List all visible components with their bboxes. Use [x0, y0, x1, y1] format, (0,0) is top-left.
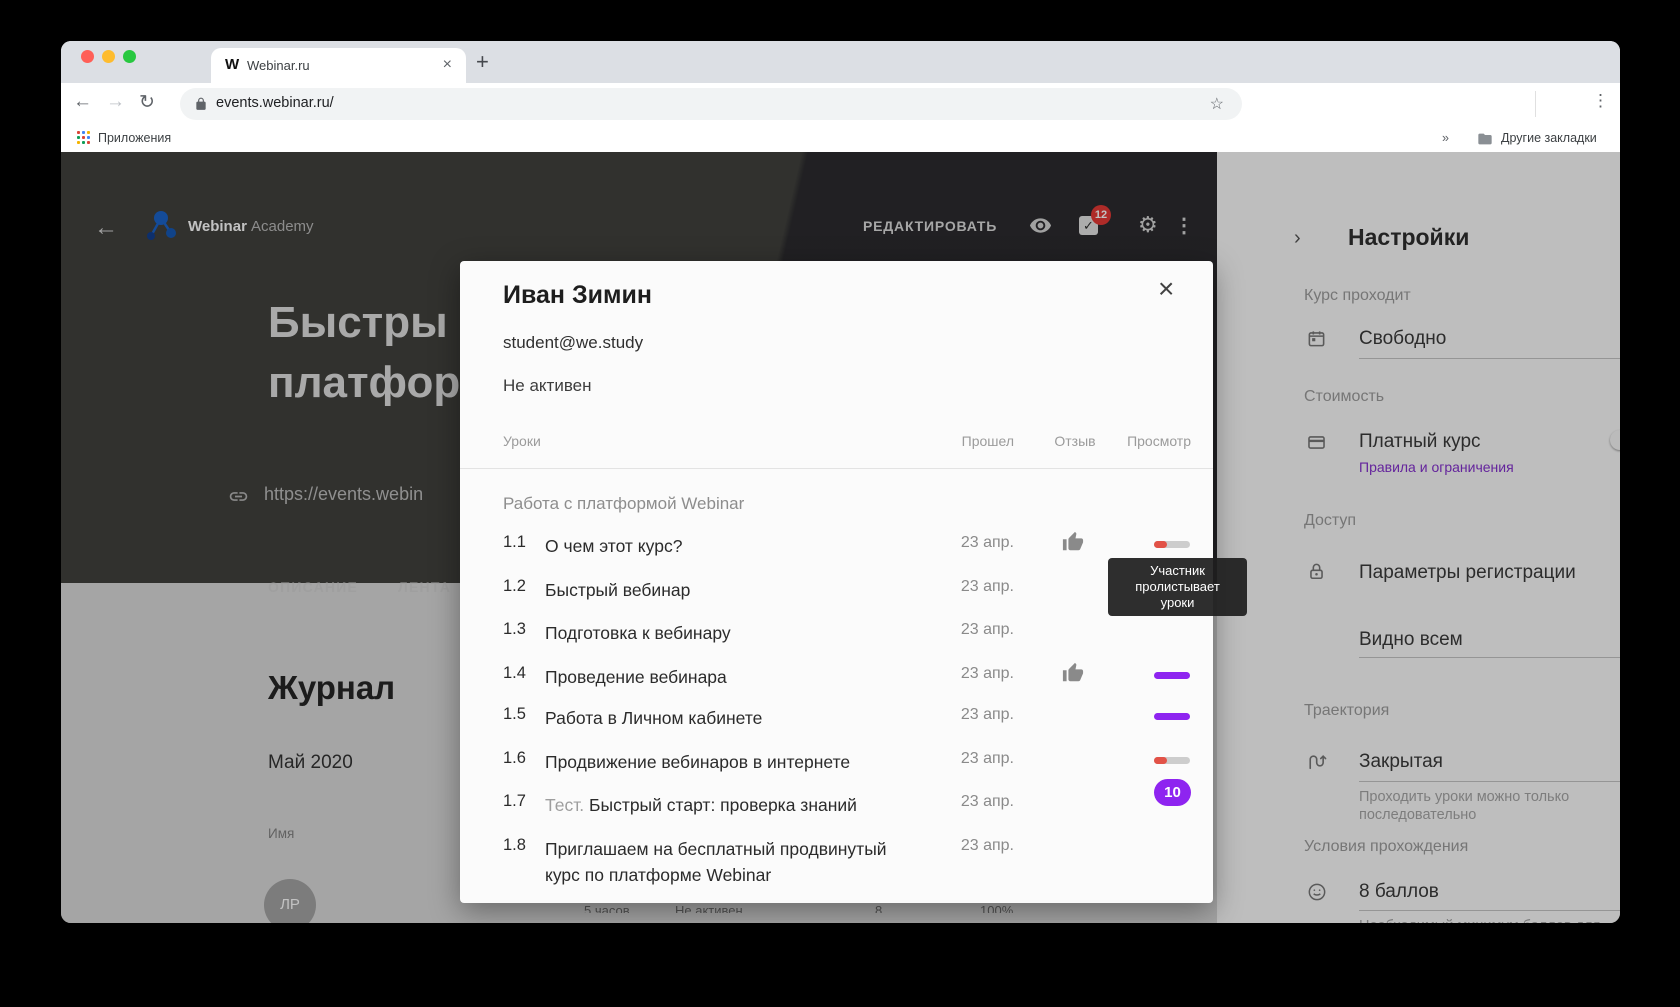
folder-icon	[1478, 133, 1492, 145]
column-lessons: Уроки	[503, 433, 541, 449]
tab-strip: W Webinar.ru × +	[61, 41, 1620, 83]
forward-icon[interactable]: →	[106, 91, 125, 113]
macos-close-button[interactable]	[81, 50, 94, 63]
tooltip-line: пролистывает	[1135, 579, 1220, 594]
divider	[460, 468, 1213, 469]
lesson-number: 1.1	[503, 533, 526, 551]
address-bar[interactable]: events.webinar.ru/ ☆	[180, 88, 1242, 120]
tooltip-line: уроки	[1160, 595, 1195, 610]
lesson-title: О чем этот курс?	[545, 536, 683, 556]
reload-icon[interactable]: ↻	[139, 91, 155, 114]
back-icon[interactable]: ←	[73, 91, 92, 113]
tab-close-icon[interactable]: ×	[443, 56, 452, 74]
lesson-date: 23 апр.	[960, 750, 1014, 767]
thumb-up-icon[interactable]	[1062, 531, 1084, 553]
lesson-title: Проведение вебинара	[545, 667, 727, 687]
lesson-number: 1.3	[503, 620, 526, 638]
tooltip: Участник пролистывает уроки	[1108, 558, 1247, 616]
apps-grid-icon[interactable]	[77, 131, 90, 144]
score-badge[interactable]: 10	[1154, 779, 1191, 806]
progress-bar-partial[interactable]	[1154, 541, 1190, 548]
lesson-title: Подготовка к вебинару	[545, 623, 731, 643]
lesson-title: Тест. Быстрый старт: проверка знаний	[545, 792, 890, 818]
lesson-number: 1.6	[503, 749, 526, 767]
screenshot-root: W Webinar.ru × + ← → ↻ events.webinar.ru…	[0, 0, 1680, 1007]
bookmarks-bar: Приложения » Другие закладки	[61, 125, 1620, 153]
progress-bar-full[interactable]	[1154, 672, 1190, 679]
lesson-title: Быстрый вебинар	[545, 580, 691, 600]
lesson-title: Продвижение вебинаров в интернете	[545, 752, 851, 772]
lesson-date: 23 апр.	[960, 621, 1014, 638]
progress-bar-full[interactable]	[1154, 713, 1190, 720]
bookmark-star-icon[interactable]: ☆	[1210, 94, 1224, 114]
browser-tab[interactable]: W Webinar.ru ×	[211, 48, 466, 83]
new-tab-button[interactable]: +	[476, 49, 489, 75]
tab-title: Webinar.ru	[247, 58, 310, 73]
column-passed: Прошел	[961, 433, 1014, 449]
lesson-date: 23 апр.	[960, 793, 1014, 810]
browser-menu-icon[interactable]: ⋮	[1592, 91, 1609, 111]
lesson-number: 1.7	[503, 792, 526, 810]
thumb-up-icon[interactable]	[1062, 662, 1084, 684]
bookmarks-overflow-icon[interactable]: »	[1442, 131, 1449, 145]
macos-zoom-button[interactable]	[123, 50, 136, 63]
lesson-title: Приглашаем на бесплатный продвинутый кур…	[545, 839, 887, 885]
lesson-number: 1.8	[503, 836, 526, 854]
lesson-title: Работа в Личном кабинете	[545, 708, 763, 728]
student-status: Не активен	[503, 376, 592, 395]
student-modal: Иван Зимин × student@we.study Не активен…	[460, 261, 1213, 903]
lock-icon	[196, 97, 206, 110]
progress-segment	[1154, 757, 1167, 764]
student-name: Иван Зимин	[503, 281, 652, 309]
lesson-date: 23 апр.	[960, 665, 1014, 682]
modal-close-icon[interactable]: ×	[1158, 273, 1174, 305]
lesson-number: 1.5	[503, 705, 526, 723]
lesson-title-text: Быстрый старт: проверка знаний	[589, 795, 857, 815]
apps-bookmark[interactable]: Приложения	[98, 131, 171, 145]
progress-segment	[1154, 541, 1167, 548]
other-bookmarks[interactable]: Другие закладки	[1501, 131, 1597, 145]
lesson-date: 23 апр.	[960, 578, 1014, 595]
url-text: events.webinar.ru/	[216, 95, 334, 111]
progress-bar-partial[interactable]	[1154, 757, 1190, 764]
page-content: ← Webinar Academy РЕДАКТИРОВАТЬ ✓ 12 ⚙ ⋮…	[61, 152, 1620, 923]
lesson-date: 23 апр.	[960, 534, 1014, 551]
browser-window: W Webinar.ru × + ← → ↻ events.webinar.ru…	[61, 41, 1620, 923]
lesson-number: 1.2	[503, 577, 526, 595]
browser-toolbar: ← → ↻ events.webinar.ru/ ☆ ⋮	[61, 83, 1620, 125]
macos-minimize-button[interactable]	[102, 50, 115, 63]
favicon: W	[225, 56, 240, 73]
toolbar-divider	[1535, 91, 1536, 117]
module-title: Работа с платформой Webinar	[503, 494, 745, 513]
lesson-date: 23 апр.	[960, 706, 1014, 723]
lesson-number: 1.4	[503, 664, 526, 682]
student-email: student@we.study	[503, 333, 644, 352]
tooltip-line: Участник	[1150, 563, 1205, 578]
lesson-type-prefix: Тест.	[545, 795, 589, 815]
lesson-date: 23 апр.	[960, 837, 1014, 854]
column-view: Просмотр	[1127, 433, 1191, 449]
